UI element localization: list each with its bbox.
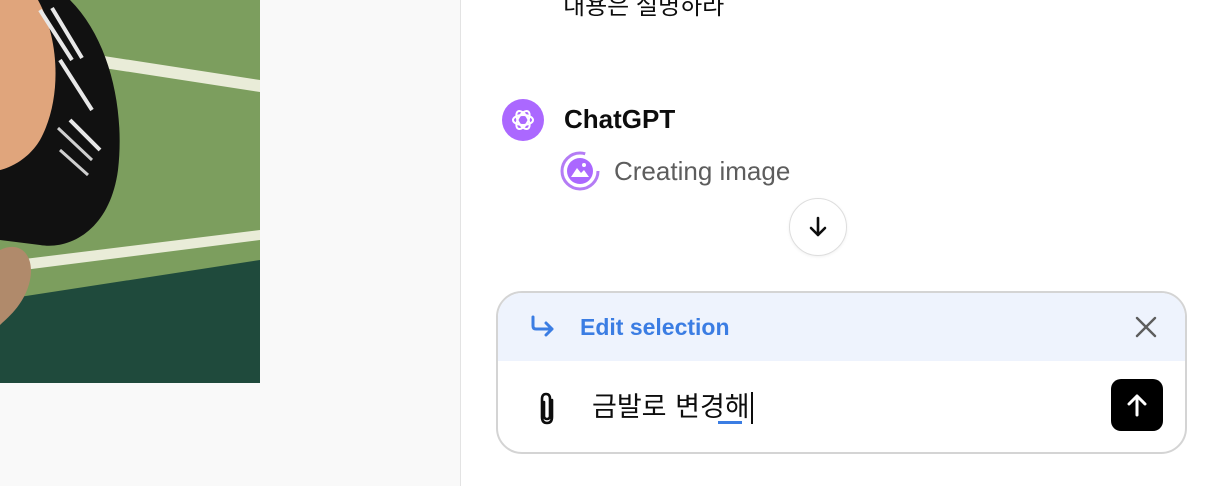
previous-message-text: 내용은 설명하라: [563, 0, 725, 20]
arrow-up-icon: [1127, 394, 1147, 417]
close-icon[interactable]: [1134, 315, 1158, 339]
image-icon: [560, 151, 600, 191]
send-button[interactable]: [1111, 379, 1163, 431]
chat-column: 내용은 설명하라 ChatGPT Creating image Edit sel…: [461, 0, 1214, 486]
ime-composition-underline: [718, 421, 742, 424]
edit-selection-bar: Edit selection: [498, 293, 1185, 361]
openai-logo-icon: [512, 109, 534, 131]
status-label: Creating image: [614, 155, 791, 186]
assistant-avatar: [502, 99, 544, 141]
curved-arrow-right-icon: [531, 315, 554, 337]
app-root: 내용은 설명하라 ChatGPT Creating image Edit sel…: [0, 0, 1214, 486]
image-preview[interactable]: [0, 0, 260, 383]
image-editor-panel: [0, 0, 461, 486]
edit-selection-label: Edit selection: [580, 314, 730, 340]
paperclip-icon[interactable]: [534, 391, 562, 427]
prompt-input[interactable]: 금발로 변경해: [592, 392, 753, 424]
scroll-to-bottom-button[interactable]: [789, 198, 847, 256]
message-composer: Edit selection 금발로 변경해: [496, 291, 1187, 454]
assistant-name: ChatGPT: [564, 104, 676, 134]
arrow-down-icon: [809, 216, 827, 237]
image-generation-status: Creating image: [560, 151, 790, 191]
